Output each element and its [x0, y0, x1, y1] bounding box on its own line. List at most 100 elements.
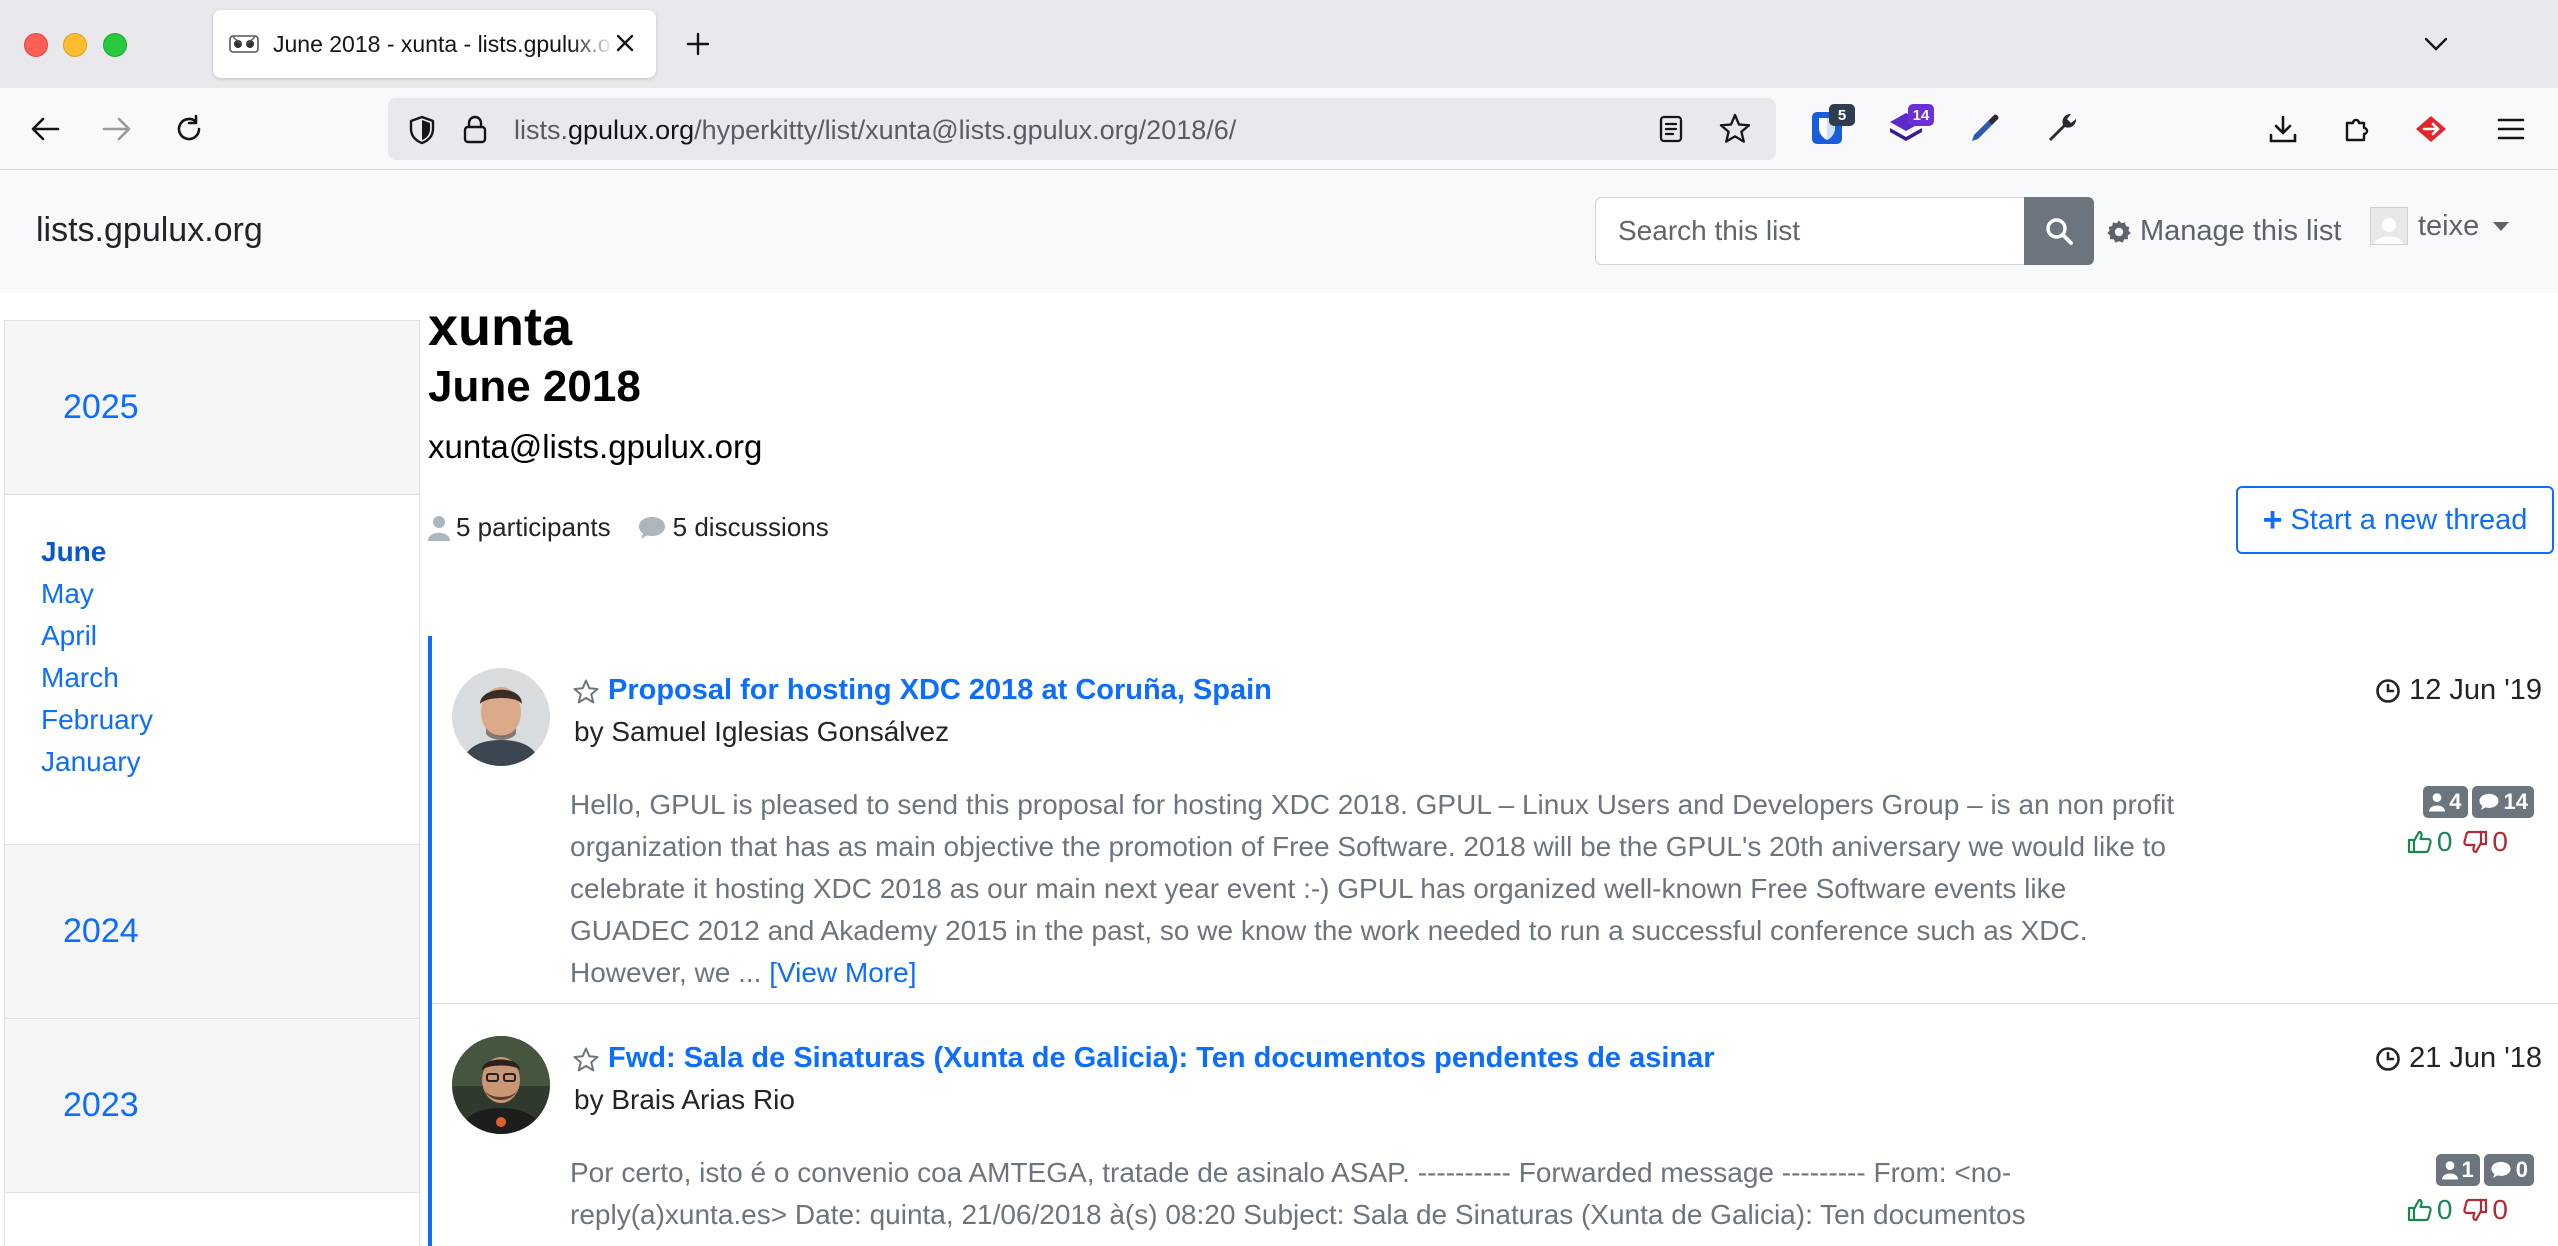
like-count: 0 — [2436, 826, 2453, 857]
lock-icon[interactable] — [462, 114, 488, 149]
plus-icon: + — [2262, 500, 2283, 539]
year-2023-link[interactable]: 2023 — [5, 1019, 419, 1193]
caret-down-icon — [2493, 221, 2510, 231]
site-brand-link[interactable]: lists.gpulux.org — [36, 211, 263, 250]
stack-icon[interactable]: 14 — [1884, 104, 1934, 150]
search-button[interactable] — [2024, 197, 2094, 265]
user-icon — [2429, 793, 2446, 812]
list-all-tabs-icon[interactable] — [2418, 26, 2454, 62]
month-link-may[interactable]: May — [41, 573, 419, 615]
favorite-star-icon[interactable] — [572, 1046, 600, 1079]
downloads-icon[interactable] — [2262, 108, 2304, 150]
tab-title: June 2018 - xunta - lists.gpulux.org — [273, 30, 613, 57]
thread-subject-link[interactable]: Fwd: Sala de Sinaturas (Xunta de Galicia… — [608, 1042, 1715, 1075]
manage-list-link[interactable]: Manage this list — [2106, 215, 2342, 248]
eyedropper-icon[interactable] — [1963, 106, 2007, 150]
thread-item: Fwd: Sala de Sinaturas (Xunta de Galicia… — [432, 1004, 2558, 1246]
participants-stat: 5 participants — [428, 512, 611, 543]
dislike-vote[interactable]: 0 — [2462, 1194, 2508, 1226]
pocket-red-icon[interactable] — [2410, 108, 2452, 150]
favorite-star-icon[interactable] — [572, 678, 600, 711]
url-text[interactable]: lists.gpulux.org/hyperkitty/list/xunta@l… — [514, 115, 1236, 146]
comment-icon — [2491, 1161, 2511, 1179]
hamburger-menu-icon[interactable] — [2490, 108, 2532, 150]
month-link-february[interactable]: February — [41, 699, 419, 741]
thread-badges: 1 0 — [2435, 1154, 2534, 1186]
browser-tab-strip: June 2018 - xunta - lists.gpulux.org — [0, 0, 2558, 88]
thumbs-down-icon — [2463, 1198, 2488, 1222]
start-new-thread-button[interactable]: + Start a new thread — [2236, 486, 2554, 554]
view-more-link[interactable]: [View More] — [769, 957, 916, 988]
user-icon — [428, 515, 450, 541]
like-vote[interactable]: 0 — [2407, 826, 2453, 858]
month-link-march[interactable]: March — [41, 657, 419, 699]
dislike-vote[interactable]: 0 — [2462, 826, 2508, 858]
window-zoom-button[interactable] — [103, 33, 127, 57]
discussions-count: 5 discussions — [672, 512, 829, 542]
month-link-june[interactable]: June — [41, 531, 419, 573]
dislike-count: 0 — [2492, 826, 2508, 857]
tracking-shield-icon[interactable] — [408, 115, 436, 150]
forward-arrow-icon[interactable] — [96, 108, 138, 150]
reader-view-icon[interactable] — [1658, 114, 1684, 149]
bookmark-star-icon[interactable] — [1718, 112, 1752, 151]
list-name: xunta — [428, 297, 573, 357]
archive-sidebar: 2025 June May April March February Janua… — [4, 320, 420, 1246]
like-vote[interactable]: 0 — [2407, 1194, 2452, 1226]
dislike-count: 0 — [2492, 1194, 2508, 1225]
thread-item: Proposal for hosting XDC 2018 at Coruña,… — [432, 636, 2558, 1004]
avatar — [452, 1036, 550, 1134]
month-link-january[interactable]: January — [41, 741, 419, 783]
comment-icon — [2478, 793, 2499, 811]
replies-badge-count: 14 — [2503, 789, 2528, 814]
month-link-april[interactable]: April — [41, 615, 419, 657]
user-menu-dropdown[interactable]: teixe — [2370, 207, 2510, 245]
site-header: lists.gpulux.org Manage this list teixe — [0, 171, 2558, 293]
window-minimize-button[interactable] — [63, 33, 87, 57]
thread-badges: 4 14 — [2423, 786, 2534, 818]
discussions-stat: 5 discussions — [637, 512, 829, 543]
address-bar[interactable]: lists.gpulux.org/hyperkitty/list/xunta@l… — [388, 98, 1776, 160]
wrench-icon[interactable] — [2040, 106, 2084, 150]
comment-icon — [638, 516, 665, 539]
gear-icon — [2107, 220, 2131, 243]
window-close-button[interactable] — [24, 33, 48, 57]
bitwarden-badge: 5 — [1829, 104, 1855, 126]
browser-navigation-bar: lists.gpulux.org/hyperkitty/list/xunta@l… — [0, 88, 2558, 170]
reload-icon[interactable] — [168, 108, 210, 150]
thumbs-up-icon — [2407, 1198, 2432, 1222]
extensions-puzzle-icon[interactable] — [2336, 108, 2378, 150]
participants-badge: 4 — [2423, 786, 2468, 818]
thread-author: by Brais Arias Rio — [574, 1084, 795, 1115]
username: teixe — [2418, 209, 2480, 242]
new-tab-icon[interactable] — [680, 26, 716, 62]
year-2024-link[interactable]: 2024 — [5, 845, 419, 1019]
replies-badge-count: 0 — [2515, 1157, 2528, 1182]
bitwarden-icon[interactable]: 5 — [1805, 104, 1855, 150]
clock-icon — [2376, 678, 2400, 703]
year-2025-link[interactable]: 2025 — [5, 321, 419, 495]
url-domain: gpulux.org — [568, 115, 695, 145]
thread-date: 12 Jun '19 — [2375, 674, 2542, 707]
search-icon — [2046, 218, 2073, 245]
avatar — [2370, 207, 2408, 245]
avatar — [452, 668, 550, 766]
participants-badge-count: 4 — [2449, 789, 2462, 814]
participants-count: 5 participants — [456, 512, 611, 542]
url-prefix: lists. — [514, 115, 568, 145]
search-list-input[interactable] — [1595, 197, 2025, 265]
clock-icon — [2376, 1046, 2400, 1071]
back-arrow-icon[interactable] — [24, 108, 66, 150]
thread-subject-link[interactable]: Proposal for hosting XDC 2018 at Coruña,… — [608, 674, 1272, 707]
participants-badge-count: 1 — [2461, 1157, 2474, 1182]
manage-list-label: Manage this list — [2140, 215, 2342, 247]
browser-tab-active[interactable]: June 2018 - xunta - lists.gpulux.org — [213, 10, 656, 78]
thread-snippet-text: Por certo, isto é o convenio coa AMTEGA,… — [570, 1157, 2026, 1230]
thread-snippet: Hello, GPUL is pleased to send this prop… — [570, 784, 2190, 994]
thread-votes: 0 0 — [2407, 826, 2508, 858]
replies-badge: 0 — [2483, 1154, 2534, 1186]
thread-list: Proposal for hosting XDC 2018 at Coruña,… — [428, 636, 2558, 1246]
list-address: xunta@lists.gpulux.org — [428, 428, 763, 465]
thread-snippet: Por certo, isto é o convenio coa AMTEGA,… — [570, 1152, 2190, 1236]
tab-close-icon[interactable] — [610, 28, 640, 58]
